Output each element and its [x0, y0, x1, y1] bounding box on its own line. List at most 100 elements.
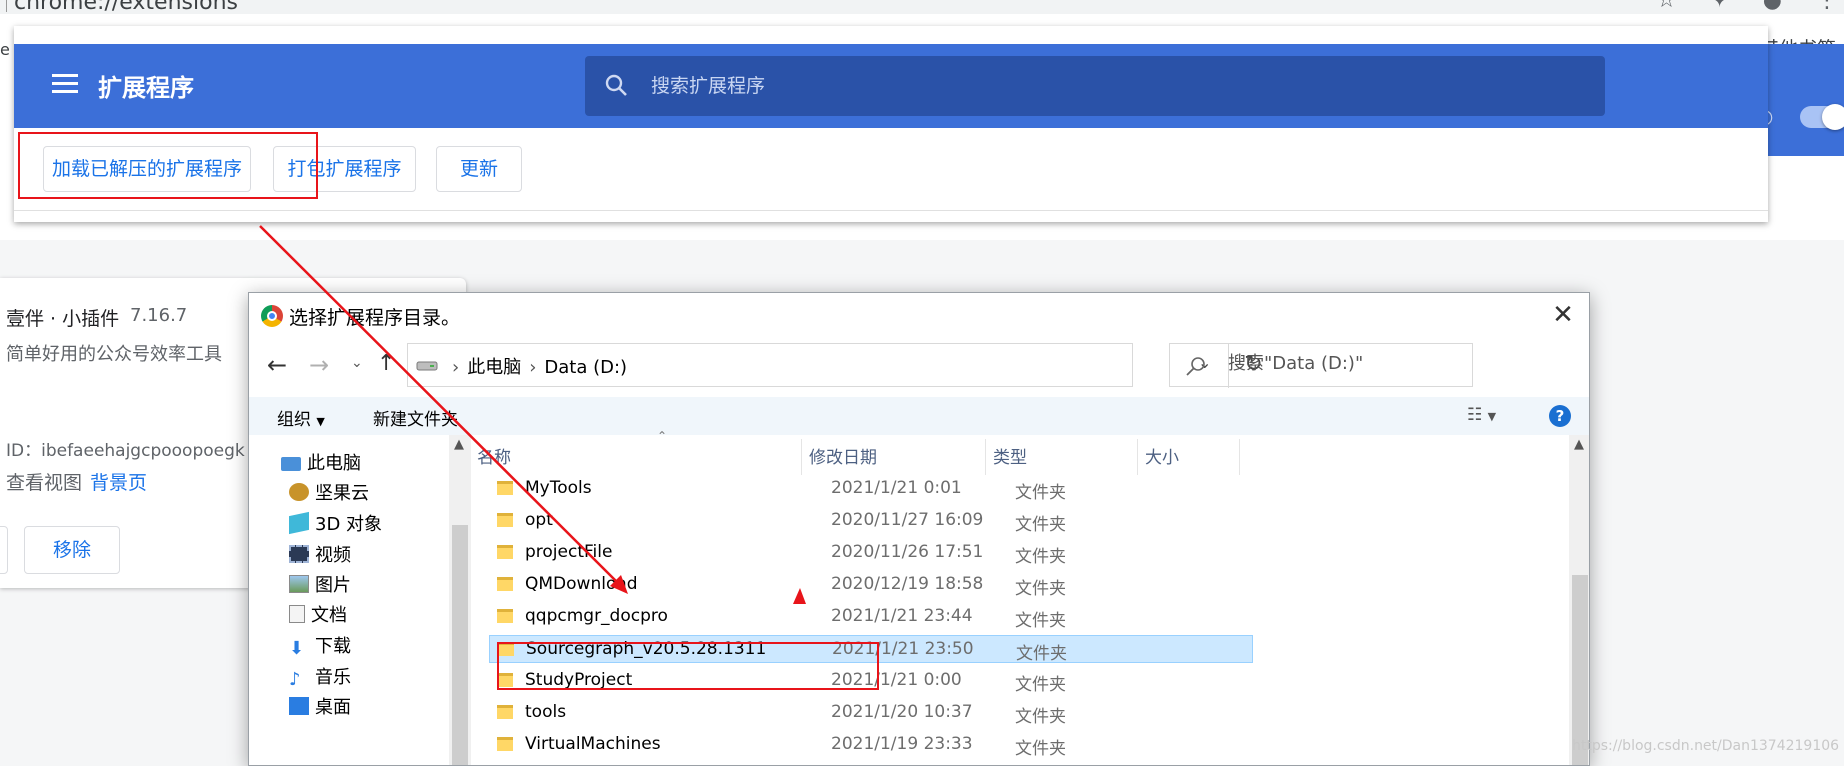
nav-item-desktop[interactable]: 桌面: [289, 693, 351, 723]
folder-picker-dialog: 选择扩展程序目录。 ✕ ← → ⌄ ↑ ›此电脑›Data (D:) ⌄ ↻ 组…: [248, 292, 1590, 766]
file-name: QMDownload: [525, 574, 638, 594]
puzzle-icon[interactable]: ✦: [1710, 0, 1728, 13]
column-divider: [985, 439, 986, 475]
nav-item-3d-objects[interactable]: 3D 对象: [289, 510, 382, 540]
omnibox-url[interactable]: chrome://extensions: [14, 0, 238, 14]
file-type: 文件夹: [1015, 547, 1066, 567]
folder-icon: [497, 513, 513, 527]
file-name: qqpcmgr_docpro: [525, 606, 668, 626]
view-options-icon[interactable]: ☷ ▼: [1467, 405, 1496, 425]
nav-item-label: 3D 对象: [315, 514, 383, 535]
file-date: 2020/11/26 17:51: [831, 542, 984, 562]
file-row[interactable]: QMDownload 2020/12/19 18:58 文件夹: [489, 571, 1253, 599]
watermark: https://blog.csdn.net/Dan1374219106: [1572, 738, 1840, 754]
nav-item-video[interactable]: 视频: [289, 541, 351, 571]
inspect-views-label: 查看视图: [6, 472, 83, 494]
column-header-date[interactable]: 修改日期: [809, 443, 877, 473]
music-icon: ♪: [289, 669, 301, 690]
address-bar[interactable]: › 此电脑 › Data (D:) ⌄ ↻: [407, 343, 1263, 388]
folder-icon: [497, 577, 513, 591]
file-list-scrollbar[interactable]: ▲: [1569, 435, 1589, 765]
file-row[interactable]: opt 2020/11/27 16:09 文件夹: [489, 507, 1253, 535]
star-icon[interactable]: ☆: [1657, 0, 1677, 13]
file-type: 文件夹: [1015, 675, 1066, 695]
file-row[interactable]: VirtualMachines 2021/1/19 23:33 文件夹: [489, 731, 1253, 759]
annotation-box-load-button: [18, 132, 318, 199]
nav-item-label: 坚果云: [315, 483, 369, 504]
scroll-up-icon[interactable]: ▲: [454, 437, 464, 452]
drive-icon: [416, 361, 438, 371]
column-header-name[interactable]: 名称: [477, 443, 511, 473]
sort-ascending-icon: ⌃: [657, 429, 668, 443]
search-input[interactable]: [651, 72, 1551, 100]
dialog-titlebar: 选择扩展程序目录。 ✕: [249, 293, 1589, 339]
extension-id: ID：ibefaeehajgcpooopoegk: [6, 441, 245, 461]
column-header-type[interactable]: 类型: [993, 443, 1027, 473]
pictures-icon: [289, 575, 309, 593]
update-button[interactable]: 更新: [436, 146, 522, 192]
file-list: ⌃ 名称 修改日期 类型 大小 MyTools 2021/1/21 0:01 文…: [471, 429, 1569, 765]
details-button[interactable]: [0, 526, 8, 574]
download-icon: ⬇: [289, 638, 305, 659]
recent-locations-chevron-icon[interactable]: ⌄: [351, 355, 363, 371]
hamburger-menu-icon[interactable]: [52, 74, 78, 94]
remove-button[interactable]: 移除: [24, 526, 120, 574]
video-icon: [289, 545, 309, 563]
help-icon[interactable]: ?: [1549, 405, 1571, 427]
nav-item-downloads[interactable]: ⬇ 下载: [289, 632, 351, 662]
file-row[interactable]: MyTools 2021/1/21 0:01 文件夹: [489, 475, 1253, 503]
file-name: projectFile: [525, 542, 613, 562]
developer-mode-toggle[interactable]: [1800, 104, 1844, 130]
folder-icon: [497, 545, 513, 559]
bookmark-bar-fragment: e: [0, 40, 10, 59]
close-icon[interactable]: ✕: [1549, 301, 1577, 329]
dialog-search-box[interactable]: [1169, 343, 1473, 387]
folder-icon: [497, 609, 513, 623]
breadcrumb: › 此电脑 › Data (D:): [444, 353, 627, 379]
file-row[interactable]: tools 2021/1/20 10:37 文件夹: [489, 699, 1253, 727]
dialog-search-input[interactable]: [1228, 353, 1458, 374]
organize-chevron-icon: ▼: [316, 415, 325, 428]
computer-icon: [281, 457, 301, 471]
omnibox-divider: [6, 0, 7, 12]
more-icon[interactable]: ⋮: [1816, 0, 1838, 13]
nav-item-label: 视频: [315, 545, 351, 566]
breadcrumb-this-pc[interactable]: 此电脑: [467, 357, 521, 378]
organize-menu[interactable]: 组织 ▼: [277, 405, 325, 430]
folder-icon: [497, 705, 513, 719]
file-type: 文件夹: [1015, 579, 1066, 599]
file-date: 2021/1/21 0:01: [831, 478, 962, 498]
file-date: 2021/1/19 23:33: [831, 734, 973, 754]
breadcrumb-chevron-icon: ›: [452, 357, 460, 378]
nav-item-documents[interactable]: 文档: [289, 601, 347, 631]
new-folder-button[interactable]: 新建文件夹: [373, 405, 458, 430]
nav-item-this-pc[interactable]: 此电脑: [281, 449, 361, 479]
file-date: 2021/1/20 10:37: [831, 702, 973, 722]
up-arrow-icon[interactable]: ↑: [377, 351, 395, 376]
breadcrumb-data-drive[interactable]: Data (D:): [544, 357, 627, 378]
profile-icon[interactable]: ●: [1763, 0, 1782, 13]
nav-item-nutstore[interactable]: 坚果云: [289, 479, 369, 509]
scroll-up-icon[interactable]: ▲: [1574, 437, 1584, 452]
search-icon: [1186, 357, 1205, 376]
nav-item-label: 图片: [315, 575, 351, 596]
toolbar-divider: [14, 210, 1768, 211]
nav-item-music[interactable]: ♪ 音乐: [289, 663, 351, 693]
back-arrow-icon[interactable]: ←: [267, 351, 287, 379]
scrollbar-thumb[interactable]: [452, 525, 468, 765]
file-type: 文件夹: [1016, 644, 1067, 664]
extension-name: 壹伴 · 小插件: [6, 308, 120, 330]
nav-item-label: 此电脑: [307, 453, 361, 474]
column-header-size[interactable]: 大小: [1145, 443, 1179, 473]
nav-pane-scrollbar[interactable]: ▲: [449, 435, 471, 765]
file-type: 文件夹: [1015, 515, 1066, 535]
file-name: opt: [525, 510, 553, 530]
search-box[interactable]: [585, 56, 1605, 116]
file-row[interactable]: projectFile 2020/11/26 17:51 文件夹: [489, 539, 1253, 567]
forward-arrow-icon[interactable]: →: [309, 351, 329, 379]
nav-item-label: 下载: [315, 636, 351, 657]
extensions-header: 扩展程序: [14, 44, 1768, 128]
file-row[interactable]: qqpcmgr_docpro 2021/1/21 23:44 文件夹: [489, 603, 1253, 631]
background-page-link[interactable]: 背景页: [90, 468, 147, 495]
nav-item-pictures[interactable]: 图片: [289, 571, 351, 601]
